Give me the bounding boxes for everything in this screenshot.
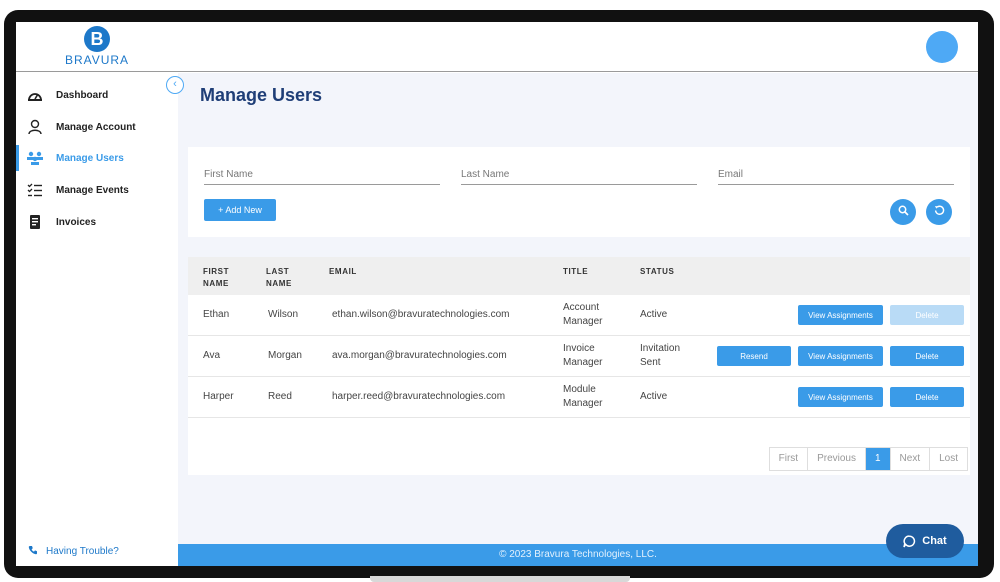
collapse-sidebar-button[interactable]: ‹: [166, 76, 184, 94]
sidebar-item-label: Manage Account: [56, 121, 136, 133]
cell-first-name: Ethan: [203, 309, 230, 320]
main-content: Manage Users + Add New: [178, 73, 978, 544]
cell-first-name: Harper: [203, 391, 234, 402]
cell-status: Active: [640, 309, 668, 320]
cell-title: Module Manager: [563, 384, 603, 409]
logo-mark: B: [84, 26, 110, 52]
delete-button[interactable]: Delete: [890, 305, 964, 325]
pagination-last[interactable]: Lost: [930, 448, 967, 470]
delete-button[interactable]: Delete: [890, 346, 964, 366]
app-screen: B BRAVURA ‹ Dashboard Manage Account Man…: [16, 22, 978, 566]
header-title: TITLE: [563, 267, 589, 276]
cell-email: ethan.wilson@bravuratechnologies.com: [332, 309, 510, 320]
help-link[interactable]: Having Trouble?: [28, 545, 119, 558]
invoice-icon: [26, 213, 44, 231]
view-assignments-button[interactable]: View Assignments: [798, 305, 883, 325]
pagination: First Previous 1 Next Lost: [768, 447, 968, 471]
sidebar-item-label: Manage Events: [56, 184, 129, 196]
user-icon: [26, 118, 44, 136]
sidebar-item-manage-events[interactable]: Manage Events: [16, 175, 178, 205]
dashboard-icon: [26, 86, 44, 104]
cell-first-name: Ava: [203, 350, 221, 361]
delete-button[interactable]: Delete: [890, 387, 964, 407]
chevron-left-icon: ‹: [173, 78, 177, 90]
filter-panel: + Add New: [188, 147, 970, 237]
footer: © 2023 Bravura Technologies, LLC.: [178, 544, 978, 566]
email-input[interactable]: [718, 169, 954, 180]
cell-status: Invitation Sent: [640, 343, 681, 368]
users-icon: [26, 149, 44, 167]
view-assignments-button[interactable]: View Assignments: [798, 346, 883, 366]
phone-icon: [28, 545, 38, 558]
cell-last-name: Reed: [268, 391, 292, 402]
cell-email: ava.morgan@bravuratechnologies.com: [332, 350, 507, 361]
search-icon: [898, 203, 909, 221]
cell-last-name: Wilson: [268, 309, 299, 320]
table-row: Ava Morgan ava.morgan@bravuratechnologie…: [188, 336, 970, 377]
search-button[interactable]: [890, 199, 916, 225]
sidebar: ‹ Dashboard Manage Account Manage Users: [16, 73, 184, 566]
cell-email: harper.reed@bravuratechnologies.com: [332, 391, 506, 402]
add-new-button[interactable]: + Add New: [204, 199, 276, 221]
chat-button[interactable]: Chat: [886, 524, 964, 558]
pagination-previous[interactable]: Previous: [808, 448, 866, 470]
header-email: EMAIL: [329, 267, 357, 276]
first-name-input[interactable]: [204, 169, 440, 180]
sidebar-item-manage-account[interactable]: Manage Account: [16, 112, 178, 142]
page-title: Manage Users: [200, 85, 323, 105]
logo-text: BRAVURA: [64, 53, 130, 67]
sidebar-item-manage-users[interactable]: Manage Users: [16, 143, 178, 173]
checklist-icon: [26, 181, 44, 199]
table-header: FIRST NAME LAST NAME EMAIL TITLE STATUS: [188, 257, 970, 295]
chat-bubble-icon: [903, 534, 916, 548]
reset-icon: [934, 203, 945, 221]
cell-status: Active: [640, 391, 668, 402]
last-name-input[interactable]: [461, 169, 697, 180]
sidebar-item-label: Manage Users: [56, 152, 124, 164]
table-row: Ethan Wilson ethan.wilson@bravuratechnol…: [188, 295, 970, 336]
pagination-next[interactable]: Next: [891, 448, 931, 470]
sidebar-item-label: Dashboard: [56, 89, 109, 101]
sidebar-item-invoices[interactable]: Invoices: [16, 207, 178, 237]
sidebar-item-label: Invoices: [56, 216, 97, 228]
chat-label: Chat: [922, 535, 947, 547]
header-first-name: FIRST NAME: [203, 267, 230, 288]
cell-title: Account Manager: [563, 302, 603, 327]
header-status: STATUS: [640, 267, 675, 276]
sidebar-item-dashboard[interactable]: Dashboard: [16, 80, 178, 110]
pagination-first[interactable]: First: [770, 448, 809, 470]
table-row: Harper Reed harper.reed@bravuratechnolog…: [188, 377, 970, 418]
header-last-name: LAST NAME: [266, 267, 292, 288]
cell-last-name: Morgan: [268, 350, 302, 361]
resend-button[interactable]: Resend: [717, 346, 791, 366]
help-label: Having Trouble?: [46, 546, 119, 557]
email-field[interactable]: [718, 163, 954, 185]
user-avatar[interactable]: [926, 31, 958, 63]
first-name-field[interactable]: [204, 163, 440, 185]
last-name-field[interactable]: [461, 163, 697, 185]
users-table: FIRST NAME LAST NAME EMAIL TITLE STATUS …: [188, 257, 970, 475]
pagination-current-page[interactable]: 1: [865, 448, 891, 470]
top-bar: B BRAVURA: [16, 22, 978, 72]
reset-button[interactable]: [926, 199, 952, 225]
monitor-stand: [370, 576, 630, 582]
view-assignments-button[interactable]: View Assignments: [798, 387, 883, 407]
brand-logo[interactable]: B BRAVURA: [62, 26, 132, 68]
cell-title: Invoice Manager: [563, 343, 603, 368]
